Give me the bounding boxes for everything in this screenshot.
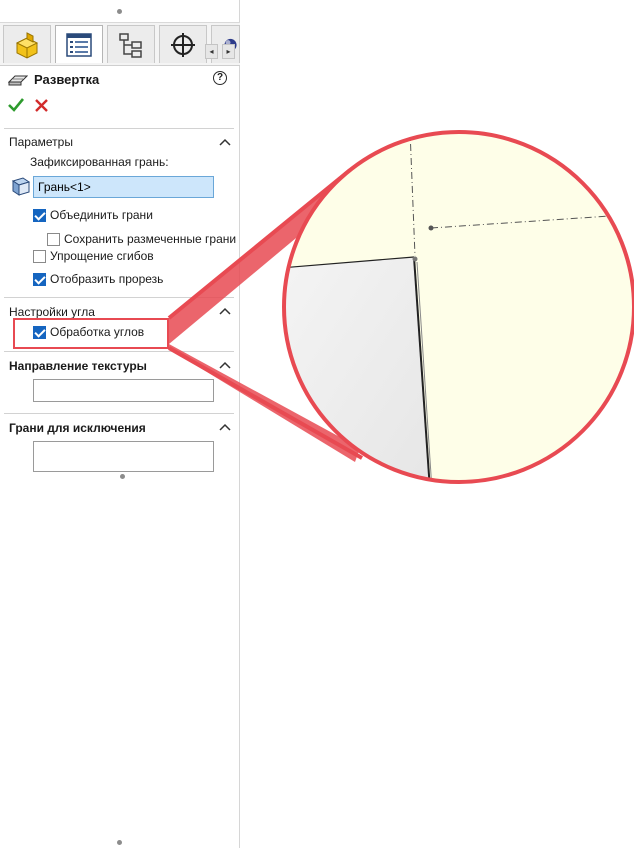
keep-marked-faces-label: Сохранить размеченные грани: [64, 232, 237, 246]
chevron-up-icon[interactable]: [219, 307, 231, 315]
chevron-up-icon[interactable]: [219, 138, 231, 146]
help-icon[interactable]: ?: [213, 71, 227, 85]
chevron-up-icon[interactable]: [219, 361, 231, 369]
chevron-up-icon[interactable]: [219, 423, 231, 431]
resize-grip-top[interactable]: [117, 9, 122, 14]
show-cut-checkbox[interactable]: [33, 273, 46, 286]
configuration-tree-icon: [119, 32, 142, 58]
fixed-face-field[interactable]: [33, 176, 214, 198]
divider: [4, 128, 234, 129]
tab-feature-tree[interactable]: [3, 25, 51, 63]
texture-direction-field[interactable]: [33, 379, 214, 402]
section-title-texture-direction[interactable]: Направление текстуры: [9, 359, 147, 373]
section-title-parameters[interactable]: Параметры: [9, 135, 73, 149]
cancel-x-icon[interactable]: [35, 99, 48, 112]
show-cut-label: Отобразить прорезь: [50, 272, 164, 286]
face-selection-icon: [11, 177, 31, 196]
section-title-corner-settings[interactable]: Настройки угла: [9, 305, 95, 319]
divider: [4, 351, 234, 352]
part-icon: [15, 31, 39, 59]
tab-property-manager[interactable]: [55, 25, 103, 63]
tab-configuration-manager[interactable]: [107, 25, 155, 63]
ok-check-icon[interactable]: [8, 98, 24, 112]
property-manager-panel: ◂ ▸ Развертка ? Параметры Зафиксированна…: [0, 0, 240, 848]
feature-header: Развертка: [8, 72, 99, 87]
dimxpert-icon: [171, 32, 195, 57]
tab-dimxpert-manager[interactable]: [159, 25, 207, 63]
section-title-faces-to-exclude[interactable]: Грани для исключения: [9, 421, 146, 435]
faces-to-exclude-field[interactable]: [33, 441, 214, 472]
merge-faces-label: Объединить грани: [50, 208, 153, 222]
flatten-feature-icon: [8, 75, 28, 85]
resize-grip-bottom[interactable]: [117, 840, 122, 845]
merge-faces-checkbox[interactable]: [33, 209, 46, 222]
property-manager-icon: [66, 32, 92, 57]
fixed-face-label: Зафиксированная грань:: [30, 155, 169, 169]
tab-scroll-right-button[interactable]: ▸: [222, 44, 235, 59]
feature-title: Развертка: [34, 72, 100, 87]
callout-highlight-box: [13, 318, 169, 349]
divider: [4, 413, 234, 414]
tab-scroll-left-button[interactable]: ◂: [205, 44, 218, 59]
keep-marked-faces-checkbox[interactable]: [47, 233, 60, 246]
zoom-circle-border: [282, 130, 634, 484]
list-resize-grip[interactable]: [120, 474, 125, 479]
zoomed-corner-view: [284, 132, 634, 482]
simplify-bends-checkbox[interactable]: [33, 250, 46, 263]
manager-tabs: [0, 22, 240, 66]
divider: [4, 297, 234, 298]
simplify-bends-label: Упрощение сгибов: [50, 249, 154, 263]
